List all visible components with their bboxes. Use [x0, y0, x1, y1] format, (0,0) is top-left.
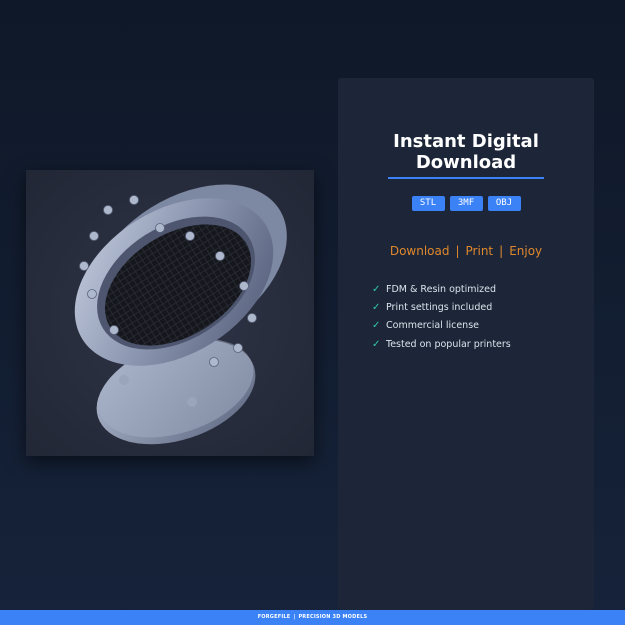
tagline-row: Download | Print | Enjoy: [338, 244, 594, 258]
feature-label: Tested on popular printers: [386, 338, 511, 350]
feature-label: FDM & Resin optimized: [386, 283, 497, 295]
format-badge-obj: OBJ: [487, 196, 521, 211]
feature-item: ✓ Print settings included: [372, 298, 511, 316]
footer-brand: FORGEFILE: [257, 614, 291, 620]
tagline-download: Download: [389, 244, 450, 258]
product-image: [26, 170, 314, 456]
check-icon: ✓: [372, 320, 381, 332]
check-icon: ✓: [372, 301, 381, 313]
feature-item: ✓ Commercial license: [372, 317, 511, 335]
feature-label: Print settings included: [386, 301, 493, 313]
format-badge-stl: STL: [411, 196, 445, 211]
format-badges: STL 3MF OBJ: [338, 196, 594, 211]
footer-tagline: PRECISION 3D MODELS: [298, 614, 368, 620]
tagline-separator: |: [499, 244, 504, 258]
format-badge-3mf: 3MF: [449, 196, 483, 211]
title-line-2: Download: [415, 152, 517, 173]
feature-item: ✓ FDM & Resin optimized: [372, 280, 511, 298]
feature-item: ✓ Tested on popular printers: [372, 335, 511, 353]
tagline-separator: |: [455, 244, 460, 258]
title-underline: [388, 177, 544, 179]
feature-label: Commercial license: [386, 320, 480, 332]
check-icon: ✓: [372, 283, 381, 295]
tagline-enjoy: Enjoy: [509, 244, 543, 258]
title-line-1: Instant Digital: [393, 131, 539, 152]
check-icon: ✓: [372, 338, 381, 350]
porthole-model-render: [26, 170, 314, 456]
footer-bar: FORGEFILE | PRECISION 3D MODELS: [0, 610, 625, 625]
download-info-card: Instant Digital Download STL 3MF OBJ Dow…: [338, 78, 594, 610]
tagline-print: Print: [465, 244, 494, 258]
feature-list: ✓ FDM & Resin optimized ✓ Print settings…: [372, 280, 511, 353]
card-title: Instant Digital Download: [338, 131, 594, 173]
